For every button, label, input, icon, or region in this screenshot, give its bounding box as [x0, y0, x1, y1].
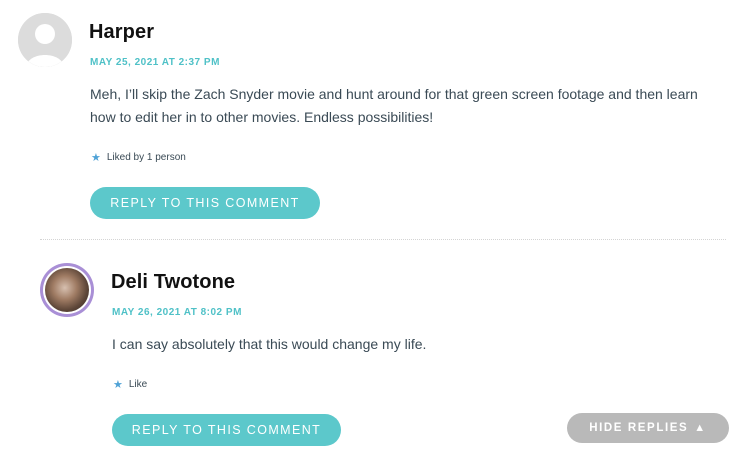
star-icon: ★ — [91, 152, 101, 164]
comment-author[interactable]: Deli Twotone — [111, 271, 235, 294]
comment-divider — [40, 239, 726, 240]
hide-replies-button[interactable]: HIDE REPLIES ▲ — [567, 413, 729, 443]
avatar-photo — [45, 268, 89, 312]
like-label: Liked by 1 person — [106, 152, 186, 163]
comment-date[interactable]: MAY 26, 2021 AT 8:02 PM — [112, 307, 242, 318]
comment-text-line: I can say absolutely that this would cha… — [112, 336, 427, 352]
person-silhouette-icon — [18, 13, 72, 67]
like-label: Like — [128, 379, 148, 390]
comment-text-line: how to edit her in to other movies. Endl… — [90, 109, 434, 125]
reply-button[interactable]: REPLY TO THIS COMMENT — [90, 187, 320, 219]
star-icon: ★ — [113, 379, 123, 391]
comment-date[interactable]: MAY 25, 2021 AT 2:37 PM — [90, 57, 220, 68]
comments-section: Harper MAY 25, 2021 AT 2:37 PM Meh, I’ll… — [0, 0, 744, 459]
comment-text-line: Meh, I’ll skip the Zach Snyder movie and… — [90, 86, 698, 102]
like-widget[interactable]: ★ Liked by 1 person — [91, 151, 186, 164]
comment-author[interactable]: Harper — [89, 21, 154, 44]
triangle-up-icon: ▲ — [694, 422, 707, 434]
hide-replies-label: HIDE REPLIES — [589, 422, 689, 434]
avatar-default[interactable] — [18, 13, 72, 67]
like-widget[interactable]: ★ Like — [113, 378, 147, 391]
reply-button[interactable]: REPLY TO THIS COMMENT — [112, 414, 341, 446]
avatar[interactable] — [40, 263, 94, 317]
